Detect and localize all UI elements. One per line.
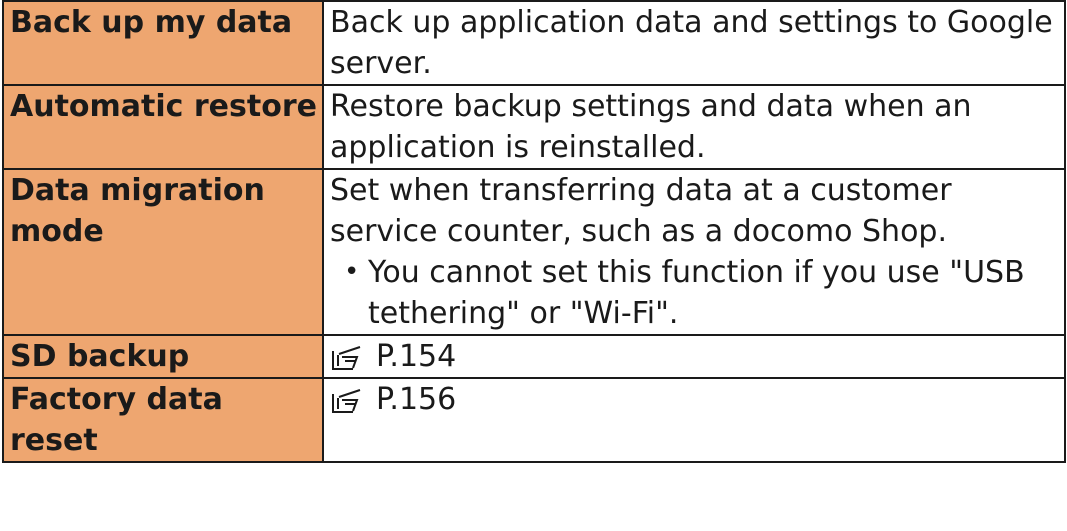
row-label: SD backup [2,334,324,379]
row-description: Set when transferring data at a customer… [330,173,952,249]
row-description: Back up application data and settings to… [322,0,1066,86]
table-row: Factory data reset P.156 [2,377,1066,463]
note-text: You cannot set this function if you use … [368,255,1025,331]
row-description-cell: Set when transferring data at a customer… [322,168,1066,336]
row-reference-cell: P.154 [322,334,1066,379]
row-label: Factory data reset [2,377,324,463]
row-description: Restore backup settings and data when an… [322,84,1066,170]
row-reference-cell: P.156 [322,377,1066,463]
table-row: Back up my data Back up application data… [2,0,1066,86]
table-row: Data migration mode Set when transferrin… [2,168,1066,336]
bullet-icon: • [344,257,360,287]
table-row: SD backup P.154 [2,334,1066,379]
pointing-hand-icon [332,345,361,370]
pointing-hand-icon [332,388,361,413]
settings-table: Back up my data Back up application data… [2,0,1066,463]
row-label: Data migration mode [2,168,324,336]
note-item: • You cannot set this function if you us… [330,252,1060,334]
page-reference-link[interactable]: P.156 [376,379,456,420]
table-row: Automatic restore Restore backup setting… [2,84,1066,170]
page-reference-link[interactable]: P.154 [376,336,456,377]
row-label: Automatic restore [2,84,324,170]
row-label: Back up my data [2,0,324,86]
